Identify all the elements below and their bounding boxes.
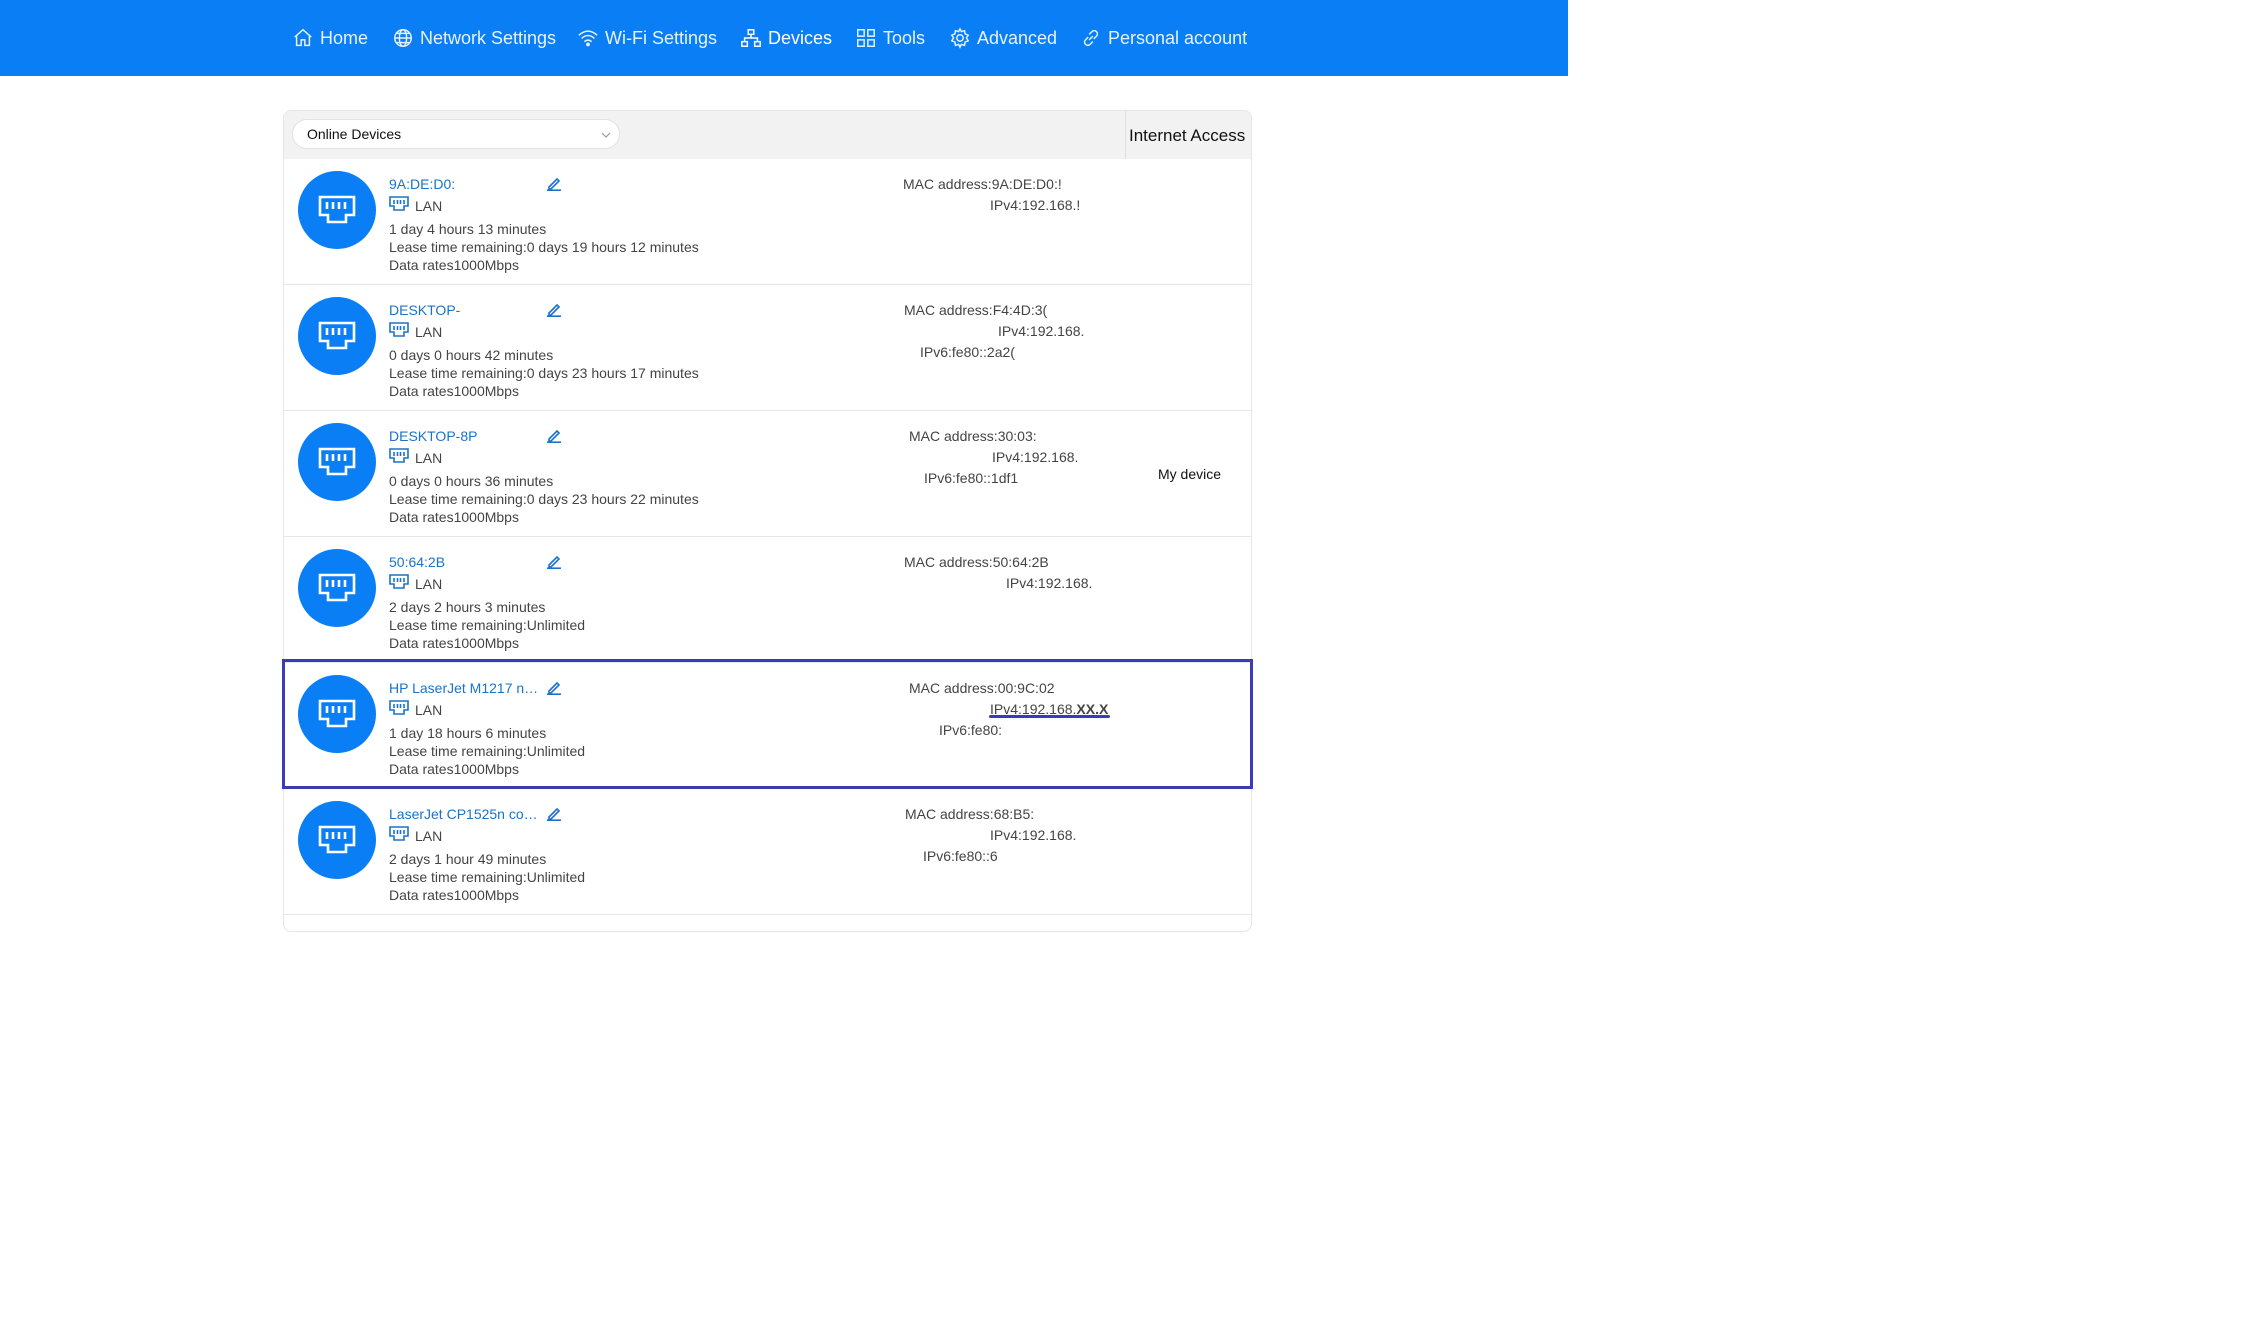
gear-icon — [950, 27, 970, 49]
lease-time: Lease time remaining:Unlimited — [389, 617, 586, 633]
nav-advanced[interactable]: Advanced — [949, 0, 1057, 76]
data-rate: Data rates1000Mbps — [389, 383, 519, 399]
device-name-link[interactable]: 9A:DE:D0: — [389, 176, 455, 192]
device-name-link[interactable]: LaserJet CP1525n co… — [389, 806, 538, 822]
ipv4-underline-mark — [989, 715, 1110, 718]
data-rate: Data rates1000Mbps — [389, 635, 519, 651]
ethernet-port-icon — [318, 447, 356, 476]
ethernet-port-icon — [318, 825, 356, 854]
lan-icon — [389, 574, 409, 589]
lan-icon — [389, 322, 409, 337]
data-rate: Data rates1000Mbps — [389, 509, 519, 525]
edit-name-icon[interactable] — [546, 553, 562, 569]
device-filter-value: Online Devices — [307, 126, 402, 142]
ipv4-address: IPv4:192.168. — [992, 449, 1079, 465]
device-avatar — [298, 549, 376, 627]
nav-personal-account[interactable]: Personal account — [1080, 0, 1247, 76]
link-icon — [1083, 29, 1099, 47]
device-avatar — [298, 297, 376, 375]
device-name-link[interactable]: 50:64:2B — [389, 554, 445, 570]
devices-icon — [741, 29, 761, 47]
mac-address: MAC address:30:03: — [909, 428, 1037, 444]
edit-name-icon[interactable] — [546, 805, 562, 821]
home-icon — [294, 28, 312, 47]
top-nav-bar: Home Network Settings Wi-Fi Settings Dev… — [0, 0, 1568, 76]
device-row: LaserJet CP1525n co… LAN 2 days 1 hour 4… — [284, 789, 1251, 915]
nav-wifi-settings[interactable]: Wi-Fi Settings — [577, 0, 717, 76]
nav-devices-label: Devices — [768, 27, 833, 48]
device-row: 9A:DE:D0: LAN 1 day 4 hours 13 minutes L… — [284, 159, 1251, 285]
ipv6-address: IPv6:fe80::1df1 — [924, 470, 1019, 486]
nav-tools-label: Tools — [883, 27, 926, 48]
device-avatar — [298, 801, 376, 879]
nav-advanced-label: Advanced — [977, 27, 1058, 48]
my-device-label: My device — [1158, 466, 1222, 482]
edit-name-icon[interactable] — [546, 301, 562, 317]
device-name-link[interactable]: DESKTOP-8P — [389, 428, 477, 444]
lan-icon — [389, 196, 409, 211]
edit-name-icon[interactable] — [546, 175, 562, 191]
selection-highlight-box — [282, 659, 1253, 789]
edit-name-icon[interactable] — [546, 427, 562, 443]
ipv4-address: IPv4:192.168. — [998, 323, 1085, 339]
device-uptime: 2 days 1 hour 49 minutes — [389, 851, 547, 867]
lease-time: Lease time remaining:Unlimited — [389, 869, 586, 885]
device-uptime: 0 days 0 hours 36 minutes — [389, 473, 554, 489]
device-list-panel: Online Devices Internet Access 9A:DE:D0:… — [283, 110, 1252, 932]
ipv4-address: IPv4:192.168.! — [990, 197, 1081, 213]
nav-home-label: Home — [320, 27, 369, 48]
lease-time: Lease time remaining:0 days 19 hours 12 … — [389, 239, 699, 255]
ipv4-address: IPv4:192.168. — [1006, 575, 1093, 591]
nav-home[interactable]: Home — [292, 0, 368, 76]
data-rate: Data rates1000Mbps — [389, 887, 519, 903]
lease-time: Lease time remaining:0 days 23 hours 17 … — [389, 365, 699, 381]
panel-header: Online Devices Internet Access — [284, 111, 1251, 159]
wifi-icon — [578, 30, 598, 47]
connection-type: LAN — [415, 576, 443, 592]
ipv6-address: IPv6:fe80::2a2( — [920, 344, 1015, 360]
device-row: DESKTOP- LAN 0 days 0 hours 42 minutes L… — [284, 285, 1251, 411]
device-row: DESKTOP-8P LAN 0 days 0 hours 36 minutes… — [284, 411, 1251, 537]
device-uptime: 0 days 0 hours 42 minutes — [389, 347, 554, 363]
ethernet-port-icon — [318, 573, 356, 602]
mac-address: MAC address:50:64:2B — [904, 554, 1049, 570]
nav-network-settings-label: Network Settings — [420, 27, 557, 48]
nav-personal-account-label: Personal account — [1108, 27, 1248, 48]
device-avatar — [298, 423, 376, 501]
connection-type: LAN — [415, 828, 443, 844]
header-divider — [1125, 111, 1126, 159]
device-avatar — [298, 171, 376, 249]
mac-address: MAC address:F4:4D:3( — [904, 302, 1048, 318]
chevron-down-icon — [601, 132, 611, 138]
lease-time: Lease time remaining:0 days 23 hours 22 … — [389, 491, 699, 507]
internet-access-header: Internet Access — [1129, 126, 1246, 145]
ethernet-port-icon — [318, 195, 356, 224]
device-row: 50:64:2B LAN 2 days 2 hours 3 minutes Le… — [284, 537, 1251, 663]
nav-wifi-settings-label: Wi-Fi Settings — [605, 27, 718, 48]
nav-devices[interactable]: Devices — [740, 0, 832, 76]
connection-type: LAN — [415, 198, 443, 214]
tools-icon — [857, 29, 875, 47]
lan-icon — [389, 826, 409, 841]
lan-icon — [389, 448, 409, 463]
ipv6-address: IPv6:fe80::6 — [923, 848, 998, 864]
ethernet-port-icon — [318, 321, 356, 350]
data-rate: Data rates1000Mbps — [389, 257, 519, 273]
mac-address: MAC address:68:B5: — [905, 806, 1035, 822]
connection-type: LAN — [415, 324, 443, 340]
device-name-link[interactable]: DESKTOP- — [389, 302, 460, 318]
nav-network-settings[interactable]: Network Settings — [392, 0, 556, 76]
globe-icon — [394, 29, 412, 47]
mac-address: MAC address:9A:DE:D0:! — [903, 176, 1062, 192]
device-filter-select[interactable]: Online Devices — [292, 119, 620, 149]
nav-tools[interactable]: Tools — [855, 0, 925, 76]
device-uptime: 1 day 4 hours 13 minutes — [389, 221, 547, 237]
device-uptime: 2 days 2 hours 3 minutes — [389, 599, 546, 615]
ipv4-address: IPv4:192.168. — [990, 827, 1077, 843]
connection-type: LAN — [415, 450, 443, 466]
